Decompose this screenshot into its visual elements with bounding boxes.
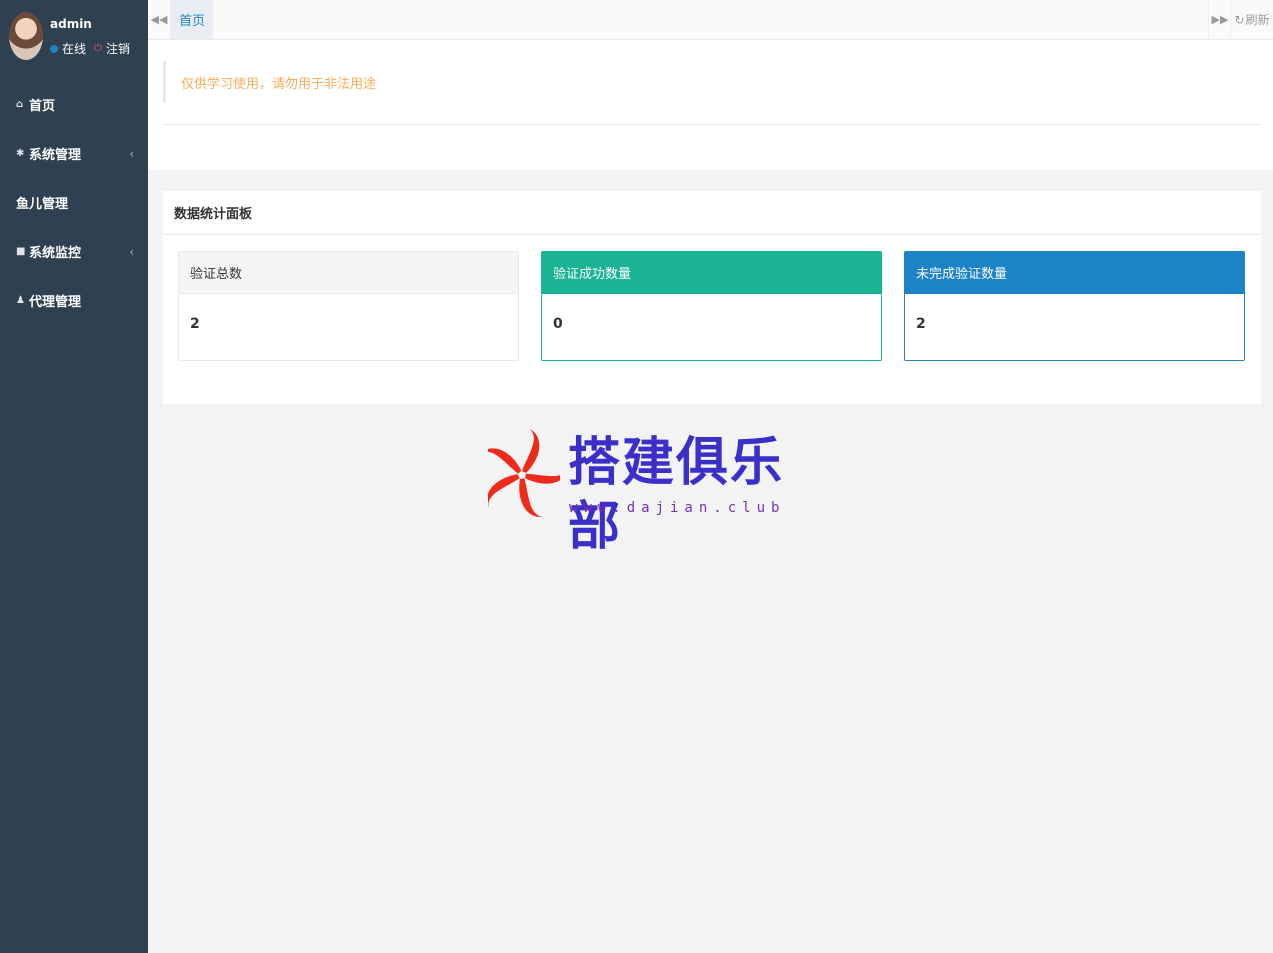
sidebar-item-label: 首页 <box>29 99 56 114</box>
refresh-icon: ↻ <box>1234 12 1245 27</box>
sidebar-item-label: 代理管理 <box>29 295 82 310</box>
logout-icon[interactable]: ⏻ <box>94 43 102 54</box>
watermark-url: www.dajian.club <box>569 500 786 516</box>
stat-value: 2 <box>916 316 926 332</box>
video-icon: ■ <box>16 246 26 257</box>
online-status: 在线 <box>62 42 87 56</box>
sidebar-item-label: 系统管理 <box>29 148 82 163</box>
stat-value: 2 <box>190 316 200 332</box>
sidebar-item-monitor[interactable]: ■ 系统监控 ‹ <box>0 227 148 276</box>
stat-box-total: 验证总数 2 <box>178 251 519 361</box>
avatar[interactable] <box>9 12 43 60</box>
stat-label: 验证总数 <box>179 252 518 294</box>
sidebar-item-home[interactable]: ⌂ 首页 <box>0 80 148 129</box>
gear-icon: ✱ <box>16 148 25 159</box>
pinwheel-logo-icon <box>480 429 569 517</box>
logout-link[interactable]: 注销 <box>106 40 130 57</box>
double-chevron-left-icon: ◀◀ <box>150 13 168 26</box>
stat-label: 验证成功数量 <box>542 252 881 294</box>
stat-box-pending: 未完成验证数量 2 <box>904 251 1245 361</box>
sidebar-item-label: 鱼儿管理 <box>16 197 69 212</box>
tab-bar: ◀◀ 首页 ▶▶ ↻ 刷新 <box>148 0 1273 40</box>
divider <box>163 124 1261 125</box>
stat-box-success: 验证成功数量 0 <box>541 251 882 361</box>
sidebar-item-agent[interactable]: ♟ 代理管理 <box>0 276 148 325</box>
scroll-tabs-right-button[interactable]: ▶▶ <box>1208 0 1231 39</box>
home-icon: ⌂ <box>16 99 24 110</box>
watermark-title: 搭建俱乐部 <box>568 433 785 557</box>
watermark-logo: 搭建俱乐部 www.dajian.club <box>480 428 788 557</box>
notice-area: 仅供学习使用，请勿用于非法用途 <box>148 40 1273 170</box>
user-profile: admin 在线 ⏻ 注销 <box>0 0 148 80</box>
stat-value: 0 <box>553 316 563 332</box>
tab-home[interactable]: 首页 <box>171 0 213 39</box>
online-dot-icon <box>50 44 58 53</box>
sidebar-item-fish[interactable]: 鱼儿管理 <box>0 178 148 227</box>
panel-title: 数据统计面板 <box>163 191 1261 235</box>
refresh-label: 刷新 <box>1245 13 1270 27</box>
username: admin <box>50 17 92 31</box>
user-icon: ♟ <box>16 295 25 306</box>
user-status-row: 在线 ⏻ 注销 <box>50 40 130 57</box>
sidebar-item-label: 系统监控 <box>29 246 82 261</box>
scroll-tabs-left-button[interactable]: ◀◀ <box>148 0 171 39</box>
refresh-button[interactable]: ↻ 刷新 <box>1230 0 1273 39</box>
chevron-left-icon: ‹ <box>129 146 134 161</box>
notice-text: 仅供学习使用，请勿用于非法用途 <box>163 61 376 103</box>
sidebar: admin 在线 ⏻ 注销 ⌂ 首页 ✱ 系统管理 ‹ 鱼儿管理 ■ 系统监控 … <box>0 0 148 953</box>
sidebar-nav: ⌂ 首页 ✱ 系统管理 ‹ 鱼儿管理 ■ 系统监控 ‹ ♟ 代理管理 <box>0 80 148 325</box>
stats-panel: 数据统计面板 验证总数 2 验证成功数量 0 未完成验证数量 2 <box>163 191 1261 404</box>
chevron-left-icon: ‹ <box>129 244 134 259</box>
double-chevron-right-icon: ▶▶ <box>1211 13 1229 26</box>
stat-label: 未完成验证数量 <box>905 252 1244 294</box>
sidebar-item-system[interactable]: ✱ 系统管理 ‹ <box>0 129 148 178</box>
